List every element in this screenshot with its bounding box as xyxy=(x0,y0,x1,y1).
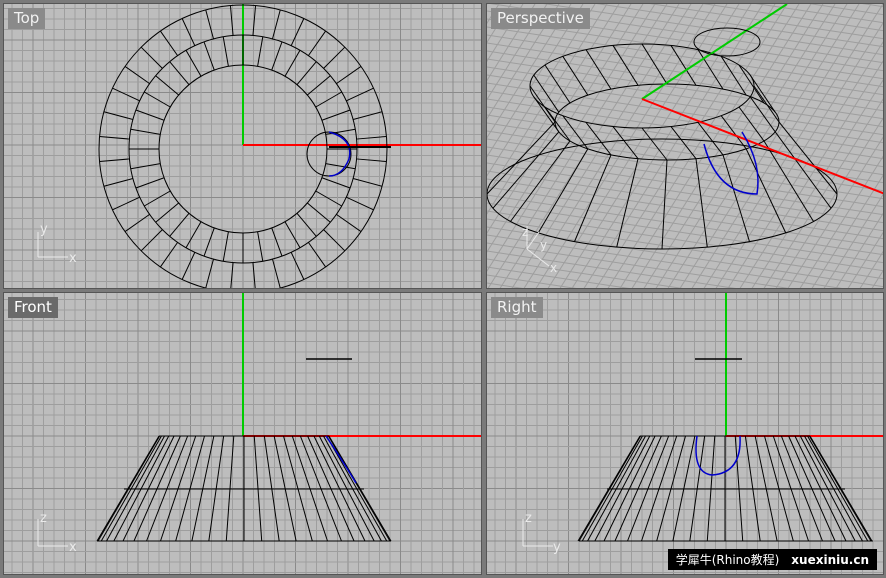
frustum-wire xyxy=(577,435,873,542)
axis-label-x: x xyxy=(550,261,557,275)
grid xyxy=(487,293,883,574)
perspective-viewport[interactable]: Perspective x y z xyxy=(486,3,884,289)
profile-circle xyxy=(306,131,352,177)
viewport-title-perspective[interactable]: Perspective xyxy=(491,8,590,29)
axis-label-z: z xyxy=(522,225,528,239)
frustum-wire xyxy=(96,435,392,542)
watermark-site: xuexiniu.cn xyxy=(791,553,869,567)
right-view-canvas[interactable]: y z xyxy=(487,293,884,575)
axis-label-y: y xyxy=(40,222,48,237)
viewport-title-top[interactable]: Top xyxy=(8,8,46,29)
frustum-segments xyxy=(96,435,392,542)
watermark: 学犀牛(Rhino教程) xuexiniu.cn xyxy=(667,549,877,570)
frustum-segments xyxy=(577,435,873,542)
right-viewport[interactable]: Right y z 学犀牛(Rhino教程) xuexiniu.cn xyxy=(486,292,884,575)
axis-label-x: x xyxy=(69,540,77,555)
perspective-view-canvas[interactable]: x y z xyxy=(487,4,884,289)
selected-curve xyxy=(328,131,351,177)
axis-label-y: y xyxy=(540,238,547,252)
selected-curve xyxy=(695,435,741,476)
viewport-title-right[interactable]: Right xyxy=(491,297,543,318)
front-view-canvas[interactable]: x z xyxy=(4,293,482,575)
front-viewport[interactable]: Front x z xyxy=(3,292,482,575)
viewport-title-front[interactable]: Front xyxy=(8,297,58,318)
axis-label-z: z xyxy=(525,511,532,526)
top-viewport[interactable]: Top x y xyxy=(3,3,482,289)
selected-curve xyxy=(325,435,357,484)
top-view-canvas[interactable]: x y xyxy=(4,4,482,289)
axis-label-x: x xyxy=(69,251,77,266)
axis-label-z: z xyxy=(40,511,47,526)
axis-label-y: y xyxy=(553,540,561,555)
watermark-text: 学犀牛(Rhino教程) xyxy=(675,553,780,567)
